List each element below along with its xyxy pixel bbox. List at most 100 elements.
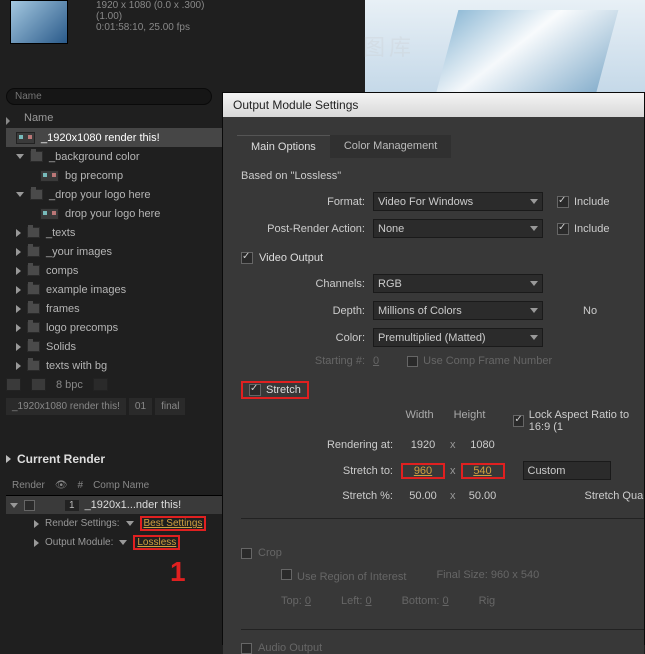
disclosure-icon[interactable] <box>16 248 21 256</box>
crop-checkbox[interactable] <box>241 548 252 559</box>
disclosure-icon[interactable] <box>34 520 39 528</box>
item-label: drop your logo here <box>65 208 160 220</box>
timeline-tabs: _1920x1080 render this! 01 final <box>6 398 222 428</box>
include-checkbox[interactable] <box>557 196 569 208</box>
tab-color-management[interactable]: Color Management <box>330 135 452 158</box>
project-item[interactable]: drop your logo here <box>6 204 222 223</box>
project-item[interactable]: frames <box>6 299 222 318</box>
render-queue-row[interactable]: 1 _1920x1...nder this! <box>6 496 222 514</box>
project-tree: _1920x1080 render this!_background color… <box>6 128 222 375</box>
project-item[interactable]: Solids <box>6 337 222 356</box>
project-item[interactable]: comps <box>6 261 222 280</box>
disclosure-icon[interactable] <box>6 455 11 463</box>
column-header-name[interactable]: Name <box>24 112 53 124</box>
post-render-dropdown[interactable]: None <box>373 219 543 238</box>
disclosure-icon[interactable] <box>34 539 39 547</box>
channels-dropdown[interactable]: RGB <box>373 274 543 293</box>
dropdown-icon[interactable] <box>119 540 127 545</box>
color-dropdown[interactable]: Premultiplied (Matted) <box>373 328 543 347</box>
current-render-title: Current Render <box>17 452 105 466</box>
disclosure-icon[interactable] <box>16 267 21 275</box>
disclosure-icon[interactable] <box>16 324 21 332</box>
crop-label: Crop <box>258 547 282 559</box>
use-comp-label: Use Comp Frame Number <box>423 355 552 367</box>
disclosure-icon[interactable] <box>16 154 24 159</box>
include-checkbox[interactable] <box>557 223 569 235</box>
project-item[interactable]: bg precomp <box>6 166 222 185</box>
audio-output-label: Audio Output <box>258 642 322 654</box>
folder-icon <box>27 284 40 295</box>
item-label: logo precomps <box>46 322 118 334</box>
item-label: _drop your logo here <box>49 189 151 201</box>
project-item[interactable]: logo precomps <box>6 318 222 337</box>
timeline-tab[interactable]: _1920x1080 render this! <box>6 398 126 415</box>
based-on-text: Based on "Lossless" <box>241 170 644 182</box>
disclosure-icon[interactable] <box>16 286 21 294</box>
video-output-label: Video Output <box>259 252 323 264</box>
chevron-down-icon <box>530 308 538 313</box>
rendering-at-label: Rendering at: <box>301 439 401 451</box>
output-module-value[interactable]: Lossless <box>133 535 180 550</box>
col-num: # <box>78 480 84 491</box>
disclosure-icon[interactable] <box>16 362 21 370</box>
project-item[interactable]: _your images <box>6 242 222 261</box>
timeline-tab[interactable]: 01 <box>129 398 152 415</box>
item-label: _texts <box>46 227 75 239</box>
depth-label: Depth: <box>241 305 373 317</box>
eye-icon: 👁 <box>55 480 68 491</box>
tab-main-options[interactable]: Main Options <box>237 135 330 158</box>
timeline-tab[interactable]: final <box>155 398 185 415</box>
project-item[interactable]: example images <box>6 280 222 299</box>
depth-dropdown[interactable]: Millions of Colors <box>373 301 543 320</box>
use-comp-checkbox <box>407 356 418 367</box>
disclosure-icon[interactable] <box>10 503 18 508</box>
disclosure-icon[interactable] <box>16 229 21 237</box>
stretch-height-input[interactable]: 540 <box>461 463 505 479</box>
project-item[interactable]: texts with bg <box>6 356 222 375</box>
crop-bottom-value: 0 <box>443 595 449 607</box>
stretch-label: Stretch <box>266 384 301 396</box>
folder-icon <box>27 265 40 276</box>
stretch-checkbox[interactable] <box>249 384 261 396</box>
render-settings-label: Render Settings: <box>45 518 120 529</box>
bin-icon[interactable] <box>6 378 21 391</box>
bpc-icon[interactable] <box>31 378 46 391</box>
stretch-preset-dropdown[interactable]: Custom <box>523 461 611 480</box>
bpc-label[interactable]: 8 bpc <box>56 379 83 391</box>
folder-icon <box>27 303 40 314</box>
output-module-label: Output Module: <box>45 537 113 548</box>
roi-label: Use Region of Interest <box>297 571 406 583</box>
disclosure-icon[interactable] <box>16 192 24 197</box>
stretch-quality-label: Stretch Qua <box>585 490 644 502</box>
project-item[interactable]: _background color <box>6 147 222 166</box>
project-footer: 8 bpc <box>6 378 222 391</box>
chevron-down-icon <box>530 281 538 286</box>
format-dropdown[interactable]: Video For Windows <box>373 192 543 211</box>
item-label: _your images <box>46 246 112 258</box>
col-render: Render <box>12 480 45 491</box>
include-label: Include <box>574 196 609 208</box>
stretch-width-input[interactable]: 960 <box>401 463 445 479</box>
project-item[interactable]: _drop your logo here <box>6 185 222 204</box>
audio-output-checkbox[interactable] <box>241 643 252 654</box>
project-item[interactable]: _texts <box>6 223 222 242</box>
render-settings-value[interactable]: Best Settings <box>140 516 207 531</box>
project-item[interactable]: _1920x1080 render this! <box>6 128 222 147</box>
render-checkbox[interactable] <box>24 500 35 511</box>
crop-bottom-label: Bottom: <box>402 595 440 607</box>
final-size-label: Final Size: 960 x 540 <box>436 569 539 583</box>
item-label: texts with bg <box>46 360 107 372</box>
rendering-width: 1920 <box>401 439 445 451</box>
folder-icon <box>27 341 40 352</box>
trash-icon[interactable] <box>93 378 108 391</box>
crop-top-label: Top: <box>281 595 302 607</box>
disclosure-icon[interactable] <box>16 305 21 313</box>
color-label: Color: <box>241 332 373 344</box>
lock-aspect-checkbox[interactable] <box>513 415 523 427</box>
stretch-pct-label: Stretch %: <box>301 490 401 502</box>
disclosure-icon[interactable] <box>16 343 21 351</box>
search-input[interactable] <box>6 88 212 105</box>
video-output-checkbox[interactable] <box>241 252 253 264</box>
dropdown-icon[interactable] <box>126 521 134 526</box>
crop-left-label: Left: <box>341 595 362 607</box>
